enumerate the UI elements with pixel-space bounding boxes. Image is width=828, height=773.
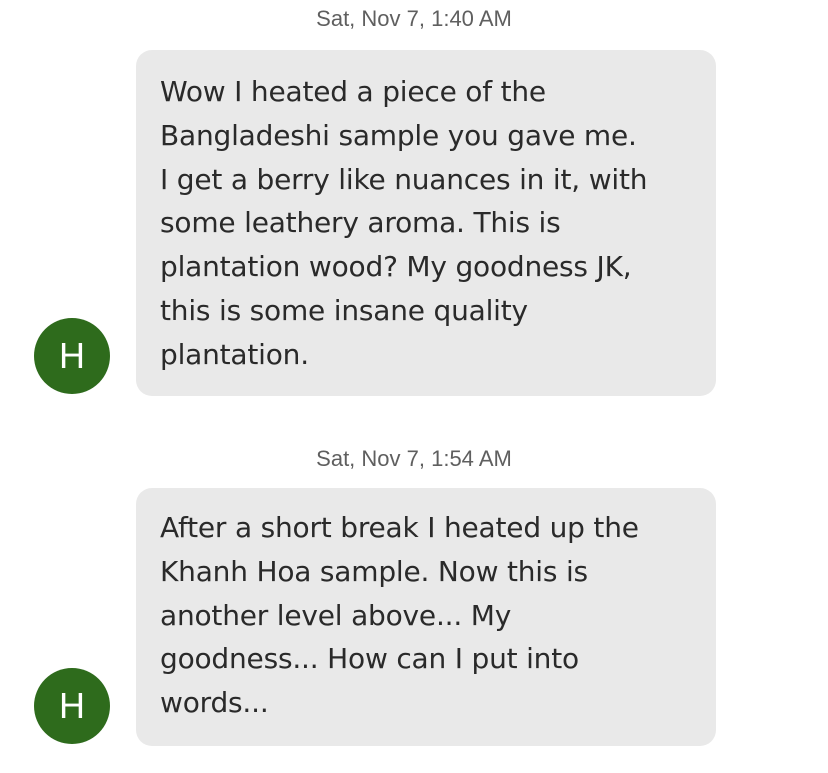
- message-timestamp: Sat, Nov 7, 1:54 AM: [316, 446, 512, 471]
- message-bubble[interactable]: After a short break I heated up the Khan…: [136, 488, 716, 746]
- sender-avatar[interactable]: H: [34, 318, 110, 394]
- avatar-initial: H: [59, 685, 85, 726]
- avatar-initial: H: [59, 335, 85, 376]
- message-timestamp: Sat, Nov 7, 1:40 AM: [316, 6, 512, 31]
- sender-avatar[interactable]: H: [34, 668, 110, 744]
- message-bubble[interactable]: Wow I heated a piece of the Bangladeshi …: [136, 50, 716, 396]
